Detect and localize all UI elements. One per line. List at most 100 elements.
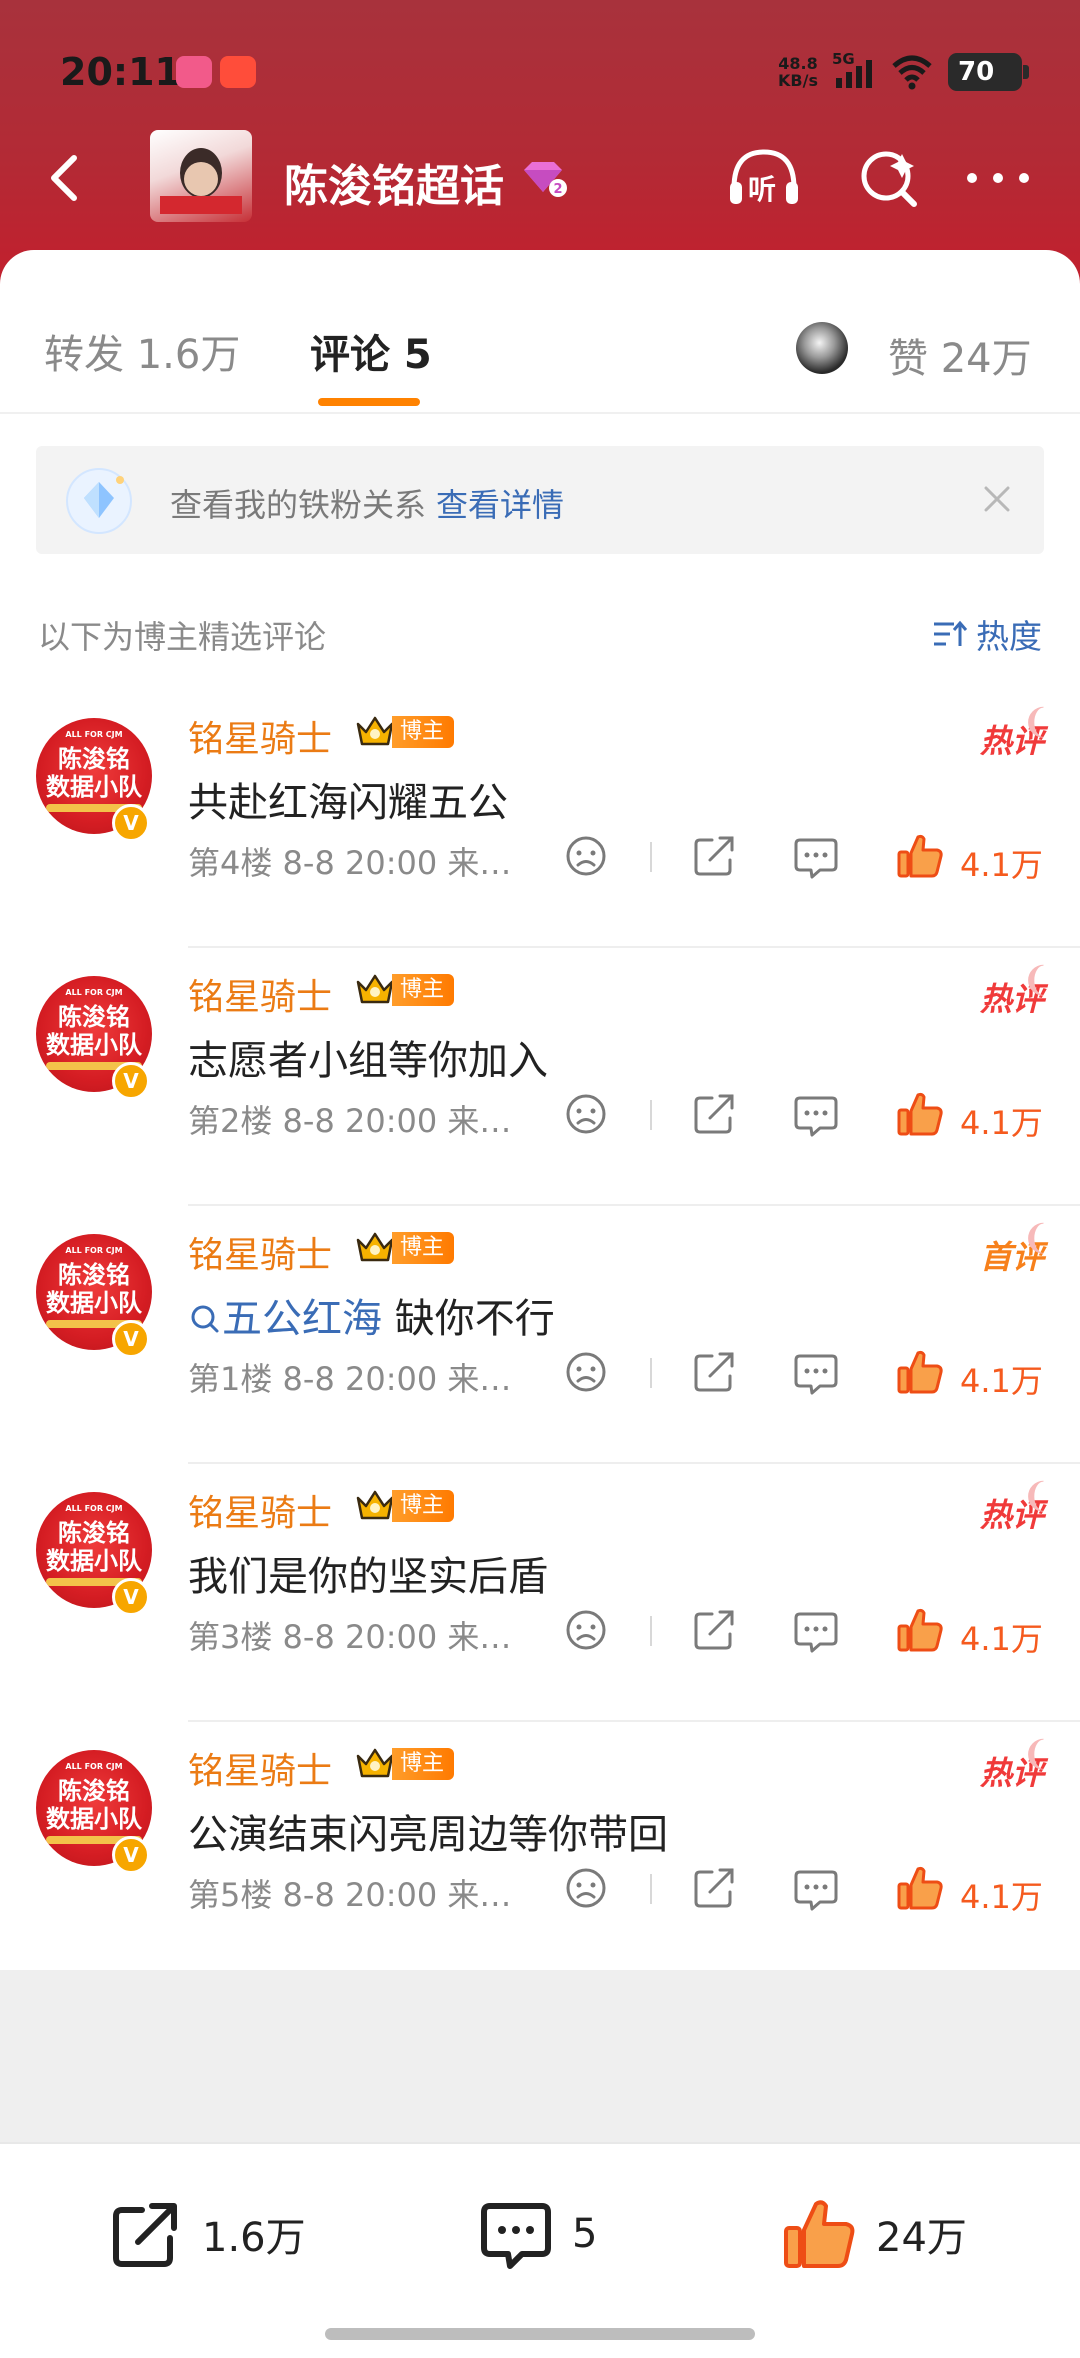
hot-comment-tag: 热评 ❨ — [980, 702, 1050, 762]
comment-item[interactable]: ALL FOR CJM 陈浚铭 数据小队 V 铭星骑士 博主 热评 ❨ 志愿者小组… — [0, 948, 1080, 1206]
thumbs-up-icon[interactable] — [896, 1606, 944, 1654]
comment-meta[interactable]: 第1楼 8-8 20:00 来… — [188, 1354, 511, 1400]
tab-likes[interactable]: 赞 24万 — [888, 326, 1032, 384]
listen-icon[interactable]: 听 — [724, 146, 804, 210]
comment-text-rest: 缺你不行 — [382, 1296, 555, 1342]
comment-like-count: 4.1万 — [960, 1362, 1043, 1400]
avatar-text-line2: 数据小队 — [46, 1031, 142, 1059]
dislike-face-icon[interactable] — [562, 832, 610, 880]
repost-icon — [113, 2203, 177, 2267]
avatar-text-line1: 陈浚铭 — [58, 1519, 130, 1547]
dislike-face-icon[interactable] — [562, 1090, 610, 1138]
back-icon[interactable] — [36, 148, 96, 208]
comment-text-content: 共赴红海闪耀五公 — [188, 780, 508, 826]
reply-icon[interactable] — [792, 1864, 840, 1912]
username[interactable]: 铭星骑士 — [188, 968, 332, 1020]
host-badge: 博主 — [392, 1490, 455, 1522]
thumbs-up-icon[interactable] — [896, 1348, 944, 1396]
comment-item[interactable]: ALL FOR CJM 陈浚铭 数据小队 V 铭星骑士 博主 首评 ❨ 五公红海 … — [0, 1206, 1080, 1464]
search-icon[interactable] — [852, 146, 932, 210]
action-divider — [650, 1358, 652, 1388]
comment-text-content: 公演结束闪亮周边等你带回 — [188, 1812, 668, 1858]
thumbs-up-icon[interactable] — [896, 832, 944, 880]
flame-icon: ❨ — [1021, 1476, 1051, 1516]
verified-badge-icon: V — [112, 1836, 150, 1874]
reply-icon[interactable] — [792, 832, 840, 880]
status-indicators: 48.8 KB/s 5G 70 — [778, 50, 1029, 92]
action-divider — [650, 1616, 652, 1646]
close-icon[interactable] — [972, 474, 1022, 524]
dislike-face-icon[interactable] — [562, 1348, 610, 1396]
comment-meta[interactable]: 第3楼 8-8 20:00 来… — [188, 1612, 511, 1658]
repost-button[interactable]: 1.6万 — [108, 2194, 306, 2274]
topic-thumbnail[interactable] — [150, 130, 252, 222]
comment-text: 五公红海 缺你不行 — [188, 1286, 555, 1344]
tab-comments[interactable]: 评论 5 — [310, 322, 432, 380]
liker-avatar[interactable] — [796, 322, 848, 374]
flame-icon: ❨ — [1021, 702, 1051, 742]
hot-comment-tag: 热评 ❨ — [980, 1734, 1050, 1794]
comment-meta[interactable]: 第4楼 8-8 20:00 来… — [188, 838, 511, 884]
reply-icon[interactable] — [792, 1090, 840, 1138]
share-icon[interactable] — [690, 1606, 738, 1654]
share-icon[interactable] — [690, 1090, 738, 1138]
fan-relation-banner[interactable]: 查看我的铁粉关系 查看详情 — [36, 446, 1044, 554]
more-icon[interactable] — [958, 146, 1038, 210]
topic-link[interactable]: 五公红海 — [188, 1296, 382, 1342]
selected-comments-label: 以下为博主精选评论 — [38, 618, 327, 656]
svg-text:2: 2 — [553, 182, 562, 197]
empty-area — [0, 1970, 1080, 2142]
bottom-action-bar: 1.6万 5 24万 — [0, 2142, 1080, 2358]
hot-comment-tag: 热评 ❨ — [980, 1476, 1050, 1536]
page-title[interactable]: 陈浚铭超话 — [284, 150, 504, 214]
username[interactable]: 铭星骑士 — [188, 1742, 332, 1794]
status-bar: 20:11 48.8 KB/s 5G 70 — [0, 0, 1080, 130]
action-divider — [650, 1874, 652, 1904]
share-icon[interactable] — [690, 1348, 738, 1396]
share-icon[interactable] — [690, 832, 738, 880]
comment-text: 我们是你的坚实后盾 — [188, 1544, 548, 1602]
network-speed-unit: KB/s — [778, 71, 818, 90]
sort-button[interactable]: 热度 — [932, 610, 1042, 658]
avatar-text-line2: 数据小队 — [46, 1547, 142, 1575]
comment-text: 共赴红海闪耀五公 — [188, 770, 508, 828]
tab-reposts[interactable]: 转发 1.6万 — [44, 322, 240, 380]
battery-indicator: 70 — [948, 53, 1029, 91]
diamond-fan-icon — [66, 468, 132, 534]
app-notification-icon — [176, 56, 212, 88]
comment-button[interactable]: 5 — [478, 2194, 597, 2274]
username[interactable]: 铭星骑士 — [188, 1484, 332, 1536]
fan-banner-link[interactable]: 查看详情 — [436, 486, 564, 524]
host-badge: 博主 — [392, 1232, 455, 1264]
host-badge: 博主 — [392, 1748, 455, 1780]
avatar-small-text: ALL FOR CJM — [65, 1762, 123, 1771]
flame-icon: ❨ — [1021, 1218, 1051, 1258]
like-count: 24万 — [876, 2215, 967, 2261]
avatar-text-line1: 陈浚铭 — [58, 745, 130, 773]
comment-like-count: 4.1万 — [960, 1104, 1043, 1142]
comment-item[interactable]: ALL FOR CJM 陈浚铭 数据小队 V 铭星骑士 博主 热评 ❨ 我们是你的… — [0, 1464, 1080, 1722]
comment-text-content: 志愿者小组等你加入 — [188, 1038, 548, 1084]
reply-icon[interactable] — [792, 1348, 840, 1396]
header: 20:11 48.8 KB/s 5G 70 陈浚铭超话 2 听 — [0, 0, 1080, 290]
comment-item[interactable]: ALL FOR CJM 陈浚铭 数据小队 V 铭星骑士 博主 热评 ❨ 公演结束闪… — [0, 1722, 1080, 1980]
listen-label: 听 — [748, 173, 777, 206]
comment-text: 公演结束闪亮周边等你带回 — [188, 1802, 668, 1860]
dislike-face-icon[interactable] — [562, 1606, 610, 1654]
username[interactable]: 铭星骑士 — [188, 710, 332, 762]
username[interactable]: 铭星骑士 — [188, 1226, 332, 1278]
thumb-face — [184, 162, 218, 196]
verified-badge-icon: V — [112, 1062, 150, 1100]
reply-icon[interactable] — [792, 1606, 840, 1654]
share-icon[interactable] — [690, 1864, 738, 1912]
comment-item[interactable]: ALL FOR CJM 陈浚铭 数据小队 V 铭星骑士 博主 热评 ❨ 共赴红海闪… — [0, 690, 1080, 948]
comment-text-content: 我们是你的坚实后盾 — [188, 1554, 548, 1600]
comment-meta[interactable]: 第5楼 8-8 20:00 来… — [188, 1870, 511, 1916]
topic-link-text: 五公红海 — [222, 1296, 382, 1342]
comment-meta[interactable]: 第2楼 8-8 20:00 来… — [188, 1096, 511, 1142]
wifi-icon — [892, 55, 932, 90]
thumbs-up-icon[interactable] — [896, 1090, 944, 1138]
like-button[interactable]: 24万 — [782, 2194, 967, 2274]
dislike-face-icon[interactable] — [562, 1864, 610, 1912]
thumbs-up-icon[interactable] — [896, 1864, 944, 1912]
